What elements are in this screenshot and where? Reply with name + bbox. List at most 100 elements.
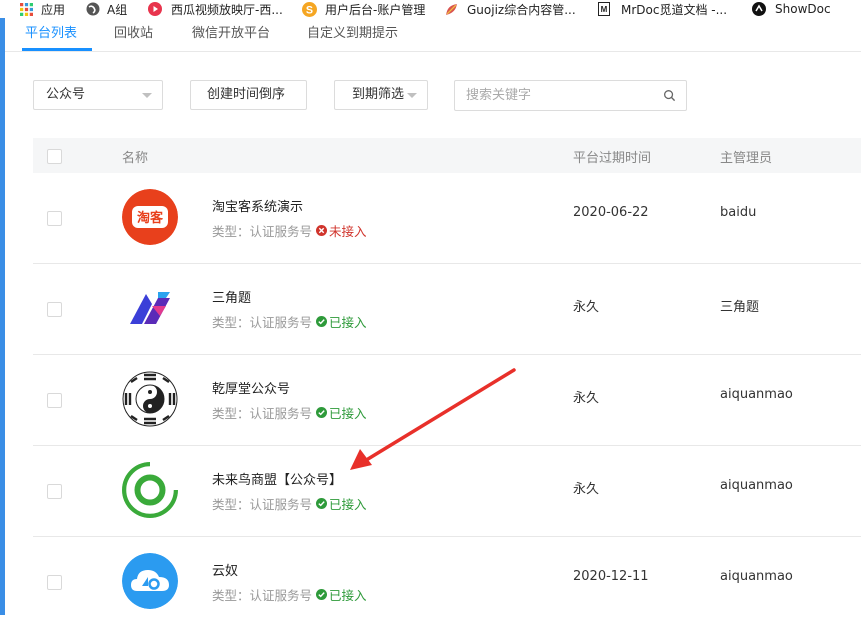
bookmark-label: MrDoc觅道文档 -... xyxy=(621,2,728,17)
tab-bar: 平台列表 回收站 微信开放平台 自定义到期提示 xyxy=(5,18,861,52)
status-text: 未接入 xyxy=(329,224,367,239)
table-row: 云奴 类型：认证服务号 已接入 2020-12-11 aiquanmao xyxy=(33,537,861,628)
type-select-value: 公众号 xyxy=(46,87,86,102)
bookmark-apps[interactable]: 应用 xyxy=(20,1,65,17)
ring-logo xyxy=(122,462,178,518)
tab-recycle-bin[interactable]: 回收站 xyxy=(114,22,153,41)
check-circle-icon xyxy=(316,316,328,327)
s-icon: S xyxy=(302,1,317,17)
bookmark-label: ShowDoc xyxy=(775,2,831,16)
tab-custom-expire-notice[interactable]: 自定义到期提示 xyxy=(307,22,398,41)
active-tab-indicator xyxy=(22,48,92,51)
bookmarks-bar: 应用 A组 西瓜视频放映厅-西... S 用户后台-账户管理 Guojiz综合内… xyxy=(0,0,861,18)
bookmark-showdoc[interactable]: ShowDoc xyxy=(752,1,831,17)
row-checkbox[interactable] xyxy=(47,575,62,590)
bookmark-label: 用户后台-账户管理 xyxy=(325,2,426,17)
taiji-logo xyxy=(122,371,178,427)
platform-name[interactable]: 淘宝客系统演示 xyxy=(212,196,303,215)
left-accent-bar xyxy=(0,18,5,615)
platform-type: 类型：认证服务号 未接入 xyxy=(212,221,367,240)
row-checkbox[interactable] xyxy=(47,393,62,408)
platform-type-text: 类型：认证服务号 xyxy=(212,588,313,603)
platform-type-text: 类型：认证服务号 xyxy=(212,406,313,421)
admin-name: aiquanmao xyxy=(720,478,793,493)
platform-type-text: 类型：认证服务号 xyxy=(212,315,313,330)
table-row: 乾厚堂公众号 类型：认证服务号 已接入 永久 aiquanmao xyxy=(33,355,861,446)
status-badge: 未接入 xyxy=(316,221,367,240)
bookmark-label: A组 xyxy=(107,2,128,17)
bookmark-guojiz[interactable]: Guojiz综合内容管... xyxy=(444,1,576,17)
expire-time: 永久 xyxy=(573,391,600,406)
search-input[interactable] xyxy=(455,81,645,110)
expire-time: 2020-12-11 xyxy=(573,569,649,584)
chevron-down-icon xyxy=(407,93,417,98)
status-badge: 已接入 xyxy=(316,585,367,604)
admin-name: 三角题 xyxy=(720,300,760,315)
header-name: 名称 xyxy=(122,151,149,166)
expire-time: 2020-06-22 xyxy=(573,205,649,220)
bookmark-label: 应用 xyxy=(41,2,66,17)
status-badge: 已接入 xyxy=(316,494,367,513)
close-circle-icon xyxy=(316,225,328,236)
platform-type-text: 类型：认证服务号 xyxy=(212,224,313,239)
check-circle-icon xyxy=(316,498,328,509)
bookmark-mrdoc[interactable]: M MrDoc觅道文档 -... xyxy=(598,1,727,17)
leaf-icon xyxy=(446,3,457,15)
platform-name[interactable]: 三角题 xyxy=(212,287,251,306)
platform-type: 类型：认证服务号 已接入 xyxy=(212,312,367,331)
bookmark-user-admin[interactable]: S 用户后台-账户管理 xyxy=(302,1,425,17)
status-badge: 已接入 xyxy=(316,312,367,331)
platform-type: 类型：认证服务号 已接入 xyxy=(212,494,367,513)
bookmark-label: Guojiz综合内容管... xyxy=(467,2,576,17)
status-badge: 已接入 xyxy=(316,403,367,422)
platform-type-text: 类型：认证服务号 xyxy=(212,497,313,512)
sort-select-value: 创建时间倒序 xyxy=(207,87,286,102)
cloud-logo xyxy=(122,553,178,609)
expire-filter-value: 到期筛选 xyxy=(352,87,405,102)
taoke-logo: 淘客 xyxy=(122,189,178,245)
expire-time: 永久 xyxy=(573,300,600,315)
header-expire-time: 平台过期时间 xyxy=(573,151,652,166)
expire-filter-select[interactable]: 到期筛选 xyxy=(334,80,428,110)
triangle-logo xyxy=(130,292,170,324)
svg-text:M: M xyxy=(601,5,608,14)
doc-icon: M xyxy=(598,2,610,16)
tab-wechat-open-platform[interactable]: 微信开放平台 xyxy=(192,22,270,41)
globe-icon xyxy=(86,2,100,16)
platform-name[interactable]: 乾厚堂公众号 xyxy=(212,378,290,397)
platform-name[interactable]: 云奴 xyxy=(212,560,238,579)
table-header: 名称 平台过期时间 主管理员 xyxy=(33,138,861,173)
status-text: 已接入 xyxy=(329,497,367,512)
play-icon xyxy=(148,2,162,16)
row-checkbox[interactable] xyxy=(47,484,62,499)
admin-name: aiquanmao xyxy=(720,387,793,402)
check-circle-icon xyxy=(316,407,328,418)
table-row: 淘客 淘宝客系统演示 类型：认证服务号 未接入 2020-06-22 baidu xyxy=(33,173,861,264)
bookmark-a-group[interactable]: A组 xyxy=(86,1,127,17)
expire-time: 永久 xyxy=(573,482,600,497)
status-text: 已接入 xyxy=(329,315,367,330)
status-text: 已接入 xyxy=(329,406,367,421)
table-row: 未来鸟商盟【公众号】 类型：认证服务号 已接入 永久 aiquanmao xyxy=(33,446,861,537)
svg-text:淘客: 淘客 xyxy=(137,210,164,226)
check-circle-icon xyxy=(316,589,328,600)
admin-name: baidu xyxy=(720,205,757,220)
svg-text:S: S xyxy=(306,4,313,16)
platform-type: 类型：认证服务号 已接入 xyxy=(212,585,367,604)
tab-platform-list[interactable]: 平台列表 xyxy=(25,22,77,41)
search-icon[interactable] xyxy=(663,89,676,102)
bookmark-xigua[interactable]: 西瓜视频放映厅-西... xyxy=(148,1,283,17)
search-box xyxy=(454,80,687,111)
admin-name: aiquanmao xyxy=(720,569,793,584)
showdoc-icon xyxy=(752,2,766,16)
bookmark-label: 西瓜视频放映厅-西... xyxy=(171,2,283,17)
select-all-checkbox[interactable] xyxy=(47,149,62,164)
type-select[interactable]: 公众号 xyxy=(33,80,163,110)
platform-type: 类型：认证服务号 已接入 xyxy=(212,403,367,422)
header-admin: 主管理员 xyxy=(720,151,773,166)
platform-name[interactable]: 未来鸟商盟【公众号】 xyxy=(212,469,342,488)
sort-select[interactable]: 创建时间倒序 xyxy=(190,80,307,110)
row-checkbox[interactable] xyxy=(47,302,62,317)
row-checkbox[interactable] xyxy=(47,211,62,226)
chevron-down-icon xyxy=(142,93,152,98)
